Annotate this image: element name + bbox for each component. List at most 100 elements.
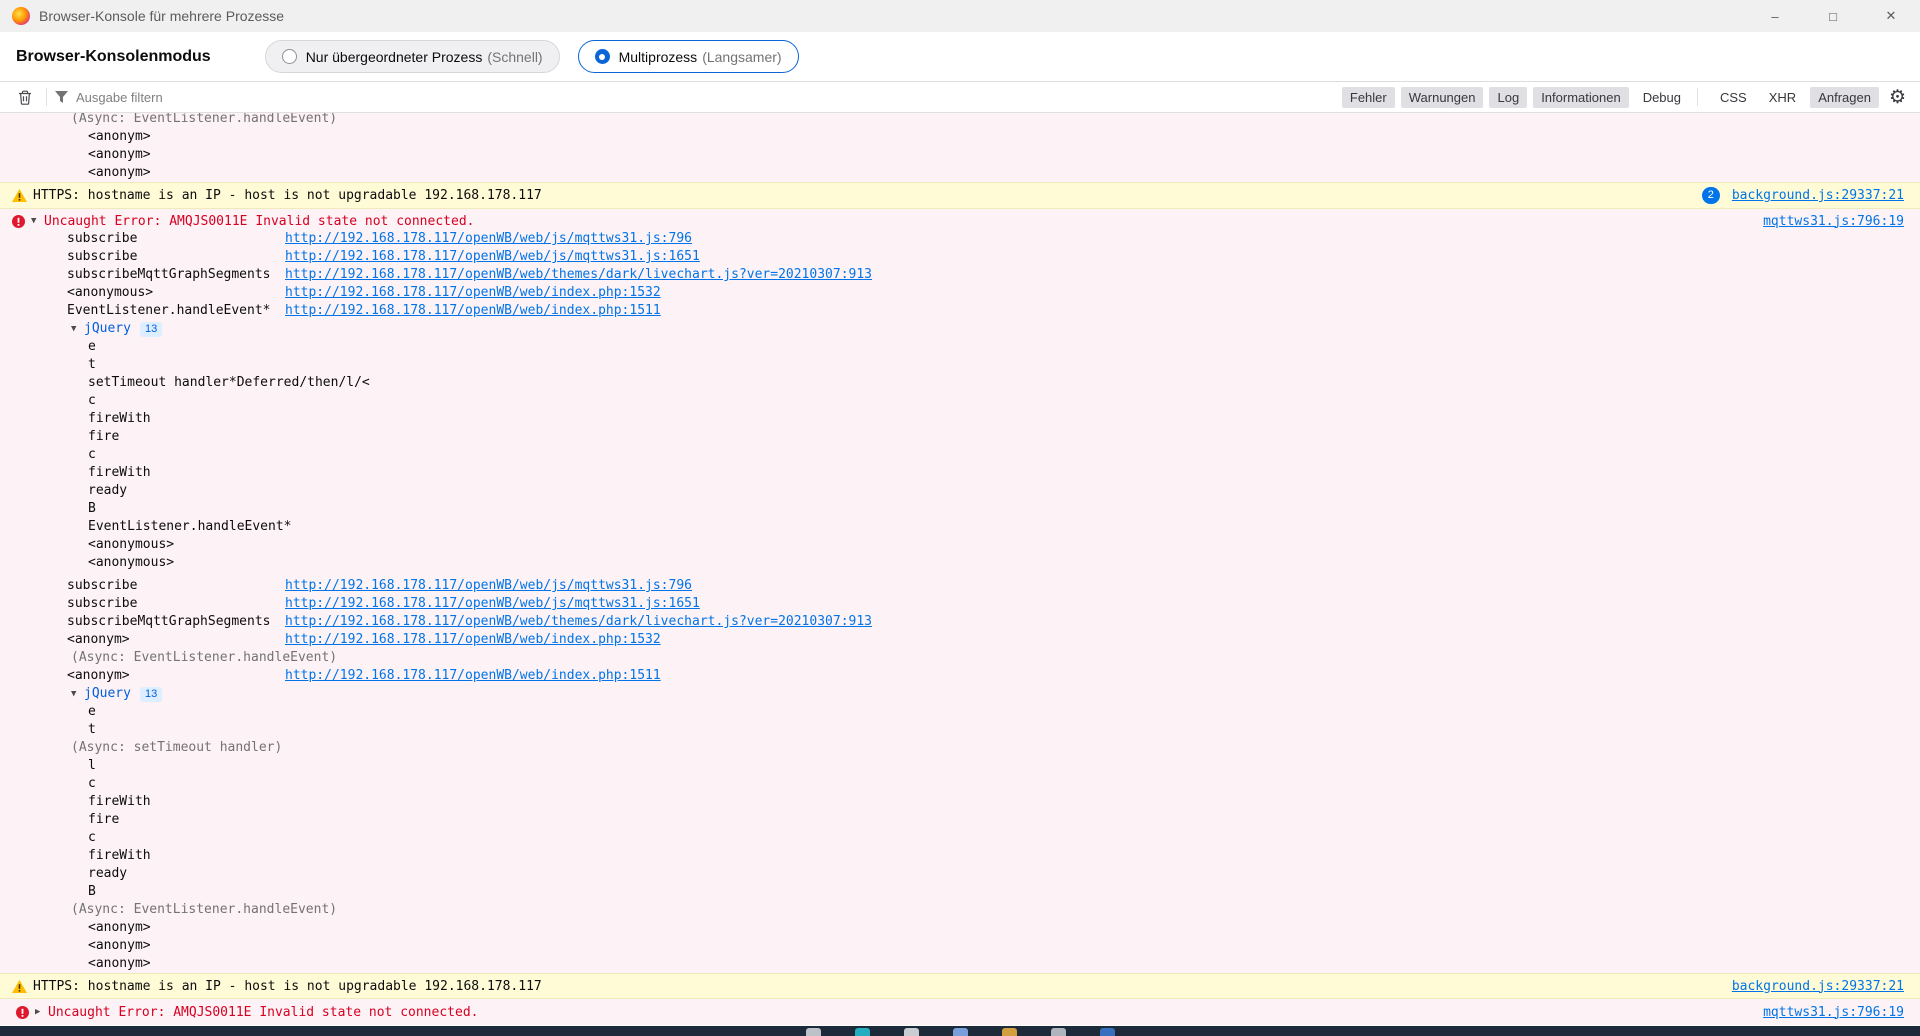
stack-tail: (Async: EventListener.handleEvent)<anony… [0,113,1920,182]
taskbar-icon[interactable] [953,1028,968,1036]
frame-source-link[interactable]: http://192.168.178.117/openWB/web/themes… [285,266,872,284]
frame-function: subscribeMqttGraphSegments [67,266,285,284]
console-mode-bar: Browser-Konsolenmodus Nur übergeordneter… [0,32,1920,82]
group-frame: c [0,829,1920,847]
filter-buttons: Fehler WarnungenLog Informationen Debug CSS X… [1336,87,1879,108]
group-frame: ready [0,482,1920,500]
radio-option-hint: (Schnell) [487,49,542,65]
chevron-down-icon[interactable]: ▼ [31,216,44,226]
group-frame: <anonym> [0,164,1920,182]
stack-group-header[interactable]: ▼jQuery 13 [0,320,1920,338]
source-link[interactable]: background.js:29337:21 [1732,188,1904,203]
minimize-button[interactable]: – [1746,0,1804,32]
frame-function: subscribe [67,230,285,248]
group-count-badge: 13 [140,687,162,702]
group-frame: e [0,338,1920,356]
filter-button-anfragen[interactable]: Anfragen [1810,87,1879,108]
group-frame: B [0,500,1920,518]
group-frame: l [0,757,1920,775]
group-frame: B [0,883,1920,901]
close-button[interactable]: ✕ [1862,0,1920,32]
taskbar-icon[interactable] [806,1028,821,1036]
chevron-down-icon[interactable]: ▼ [71,320,84,338]
error-icon [16,1006,29,1019]
chevron-right-icon[interactable]: ▶ [35,1007,48,1017]
firefox-icon [12,7,30,25]
frame-function: subscribe [67,577,285,595]
group-frame: setTimeout handler*Deferred/then/l/< [0,374,1920,392]
frame-source-link[interactable]: http://192.168.178.117/openWB/web/js/mqt… [285,577,692,595]
group-count-badge: 13 [140,322,162,337]
frame-function: <anonym> [67,631,285,649]
frame-function: subscribe [67,248,285,266]
trash-icon [18,90,32,105]
filter-input[interactable] [76,90,1336,105]
stack-frame: subscribehttp://192.168.178.117/openWB/w… [0,577,1920,595]
frame-source-link[interactable]: http://192.168.178.117/openWB/web/index.… [285,302,661,320]
radio-checked-icon[interactable] [595,49,610,64]
source-link[interactable]: mqttws31.js:796:19 [1763,214,1904,229]
async-frame: (Async: EventListener.handleEvent) [0,649,1920,667]
frame-source-link[interactable]: http://192.168.178.117/openWB/web/index.… [285,631,661,649]
group-frame: fireWith [0,847,1920,865]
radio-unchecked-icon[interactable] [282,49,297,64]
frame-function: subscribeMqttGraphSegments [67,613,285,631]
stack-frame: subscribehttp://192.168.178.117/openWB/w… [0,248,1920,266]
chevron-down-icon[interactable]: ▼ [71,685,84,703]
group-frame: c [0,446,1920,464]
group-frame: <anonym> [0,937,1920,955]
source-link[interactable]: background.js:29337:21 [1732,979,1904,994]
async-frame: (Async: EventListener.handleEvent) [0,901,1920,919]
filter-button-informationen[interactable]: Informationen [1533,87,1629,108]
maximize-button[interactable]: □ [1804,0,1862,32]
taskbar-icon[interactable] [904,1028,919,1036]
settings-button[interactable]: ⚙ [1889,88,1906,107]
group-frame: <anonym> [0,128,1920,146]
source-link[interactable]: mqttws31.js:796:19 [1763,1005,1904,1020]
group-frame: fireWith [0,410,1920,428]
group-frame: e [0,703,1920,721]
group-name[interactable]: jQuery [84,320,131,338]
radio-option-parent-process[interactable]: Nur übergeordneter Prozess (Schnell) [265,40,560,73]
toolbar-separator [46,88,47,106]
stack-group: ▼jQuery13etsetTimeout handler*Deferred/t… [0,320,1920,572]
toolbar-separator [1697,88,1698,106]
radio-option-multiprocess[interactable]: Multiprozess (Langsamer) [578,40,799,73]
filter-button-debug[interactable]: Debug [1635,87,1689,108]
group-name[interactable]: jQuery [84,685,131,703]
frame-source-link[interactable]: http://192.168.178.117/openWB/web/js/mqt… [285,248,700,266]
group-frame: <anonymous> [0,536,1920,554]
clear-console-button[interactable] [12,82,38,112]
filter-button-fehler[interactable]: Fehler [1342,87,1395,108]
filter-button-warnungen[interactable]: Warnungen [1401,87,1484,108]
group-frame: fireWith [0,464,1920,482]
frame-source-link[interactable]: http://192.168.178.117/openWB/web/index.… [285,667,661,685]
filter-button-log[interactable]: Log [1489,87,1527,108]
group-frame: fireWith [0,793,1920,811]
group-frame: EventListener.handleEvent* [0,518,1920,536]
taskbar-icon[interactable] [1100,1028,1115,1036]
stack-frame: subscribeMqttGraphSegmentshttp://192.168… [0,266,1920,284]
stack-group-header[interactable]: ▼jQuery 13 [0,685,1920,703]
mode-bar-label: Browser-Konsolenmodus [16,48,211,66]
frame-source-link[interactable]: http://192.168.178.117/openWB/web/index.… [285,284,661,302]
frame-source-link[interactable]: http://192.168.178.117/openWB/web/js/mqt… [285,230,692,248]
frame-source-link[interactable]: http://192.168.178.117/openWB/web/js/mqt… [285,595,700,613]
taskbar-icon[interactable] [855,1028,870,1036]
radio-option-hint: (Langsamer) [702,49,781,65]
titlebar: Browser-Konsole für mehrere Prozesse – □… [0,0,1920,32]
window-title: Browser-Konsole für mehrere Prozesse [39,8,284,24]
error-text: Uncaught Error: AMQJS0011E Invalid state… [44,214,474,229]
console-error: ▼Uncaught Error: AMQJS0011E Invalid stat… [0,209,1920,973]
filter-button-xhr[interactable]: XHR [1761,87,1804,108]
window-controls: – □ ✕ [1746,0,1920,32]
group-frame: ready [0,865,1920,883]
filter-button-css[interactable]: CSS [1712,87,1755,108]
taskbar-icon[interactable] [1051,1028,1066,1036]
error-icon [12,215,25,228]
taskbar-icon[interactable] [1002,1028,1017,1036]
async-frame: (Async: EventListener.handleEvent) [0,113,1920,128]
frame-function: <anonym> [67,667,285,685]
frame-source-link[interactable]: http://192.168.178.117/openWB/web/themes… [285,613,872,631]
stack-frame: <anonym>http://192.168.178.117/openWB/we… [0,631,1920,649]
